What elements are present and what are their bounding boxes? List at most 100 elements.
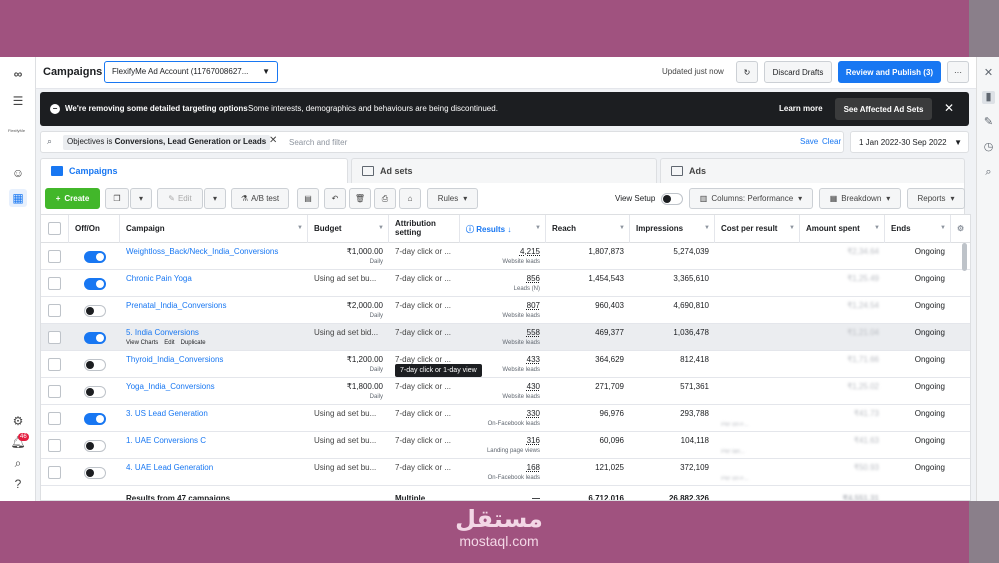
help-icon[interactable]: ? xyxy=(9,475,27,493)
table-scrollbar[interactable] xyxy=(962,243,967,271)
column-settings[interactable]: ⚙ xyxy=(951,215,970,243)
column-attribution[interactable]: Attribution setting xyxy=(389,215,460,243)
table-row[interactable]: Yoga_India_Conversions ₹1,800.00 Daily 7-da… xyxy=(41,378,970,405)
history-icon[interactable]: ◷ xyxy=(982,141,995,154)
campaign-name-link[interactable]: Prenatal_India_Conversions xyxy=(126,301,302,310)
campaigns-grid-icon[interactable]: ▦ xyxy=(9,189,27,207)
campaign-name-link[interactable]: Yoga_India_Conversions xyxy=(126,382,302,391)
more-options-button[interactable]: ··· xyxy=(947,61,969,83)
settings-icon[interactable]: ⚙ xyxy=(9,412,27,430)
campaign-toggle[interactable] xyxy=(84,278,106,290)
campaign-name-link[interactable]: Chronic Pain Yoga xyxy=(126,274,302,283)
column-impressions[interactable]: Impressions ▼ xyxy=(630,215,715,243)
campaign-toggle[interactable] xyxy=(84,359,106,371)
remove-filter-icon[interactable]: ✕ xyxy=(269,135,277,146)
row-checkbox[interactable] xyxy=(48,304,61,317)
reports-button[interactable]: Reports ▾ xyxy=(907,188,965,209)
account-overview-icon[interactable]: ☺ xyxy=(9,164,27,182)
result-value[interactable]: 4,215 xyxy=(466,247,540,256)
campaign-toggle[interactable] xyxy=(84,386,106,398)
tab-ad-sets[interactable]: Ad sets xyxy=(351,158,657,183)
column-cost-per-result[interactable]: Cost per result ▼ xyxy=(715,215,800,243)
bar-chart-icon[interactable]: ▮ xyxy=(982,91,995,104)
ad-account-selector[interactable]: FlexifyMe Ad Account (11767008627... ▼ xyxy=(104,61,278,83)
column-ends[interactable]: Ends ▼ xyxy=(885,215,951,243)
result-value[interactable]: 856 xyxy=(466,274,540,283)
campaign-toggle[interactable] xyxy=(84,305,106,317)
column-reach[interactable]: Reach ▼ xyxy=(546,215,630,243)
edit-button[interactable]: ✎ Edit xyxy=(157,188,203,209)
learn-more-link[interactable]: Learn more xyxy=(779,104,823,113)
campaign-name-link[interactable]: 1. UAE Conversions C xyxy=(126,436,302,445)
ab-test-button[interactable]: ⚗ A/B test xyxy=(231,188,289,209)
result-value[interactable]: 168 xyxy=(466,463,540,472)
row-checkbox[interactable] xyxy=(48,331,61,344)
row-checkbox[interactable] xyxy=(48,439,61,452)
result-value[interactable]: 807 xyxy=(466,301,540,310)
search-input[interactable] xyxy=(289,135,619,150)
campaign-toggle[interactable] xyxy=(84,440,106,452)
column-onoff[interactable]: Off/On xyxy=(69,215,120,243)
campaign-toggle[interactable] xyxy=(84,332,106,344)
meta-logo-icon[interactable]: ∞ xyxy=(9,65,27,83)
table-row[interactable]: 1. UAE Conversions C Using ad set bu... 7-… xyxy=(41,432,970,459)
campaign-name-link[interactable]: Weightloss_Back/Neck_India_Conversions xyxy=(126,247,302,256)
close-panel-icon[interactable]: ✕ xyxy=(982,67,995,80)
save-filter-link[interactable]: Save xyxy=(800,137,818,146)
duplicate-link[interactable]: Duplicate xyxy=(181,340,206,346)
tag-button[interactable]: ⌂ xyxy=(399,188,421,209)
result-value[interactable]: 330 xyxy=(466,409,540,418)
review-publish-button[interactable]: Review and Publish (3) xyxy=(838,61,941,83)
breakdown-button[interactable]: ▦ Breakdown ▾ xyxy=(819,188,901,209)
campaign-name-link[interactable]: Thyroid_India_Conversions xyxy=(126,355,302,364)
search-filter-bar[interactable]: ⌕ Objectives is Conversions, Lead Genera… xyxy=(40,131,844,153)
campaign-toggle[interactable] xyxy=(84,413,106,425)
column-campaign[interactable]: Campaign ▼ xyxy=(120,215,308,243)
tab-ads[interactable]: Ads xyxy=(660,158,965,183)
row-checkbox[interactable] xyxy=(48,466,61,479)
table-row[interactable]: 4. UAE Lead Generation Using ad set bu...… xyxy=(41,459,970,486)
table-row[interactable]: Chronic Pain Yoga Using ad set bu... 7-day… xyxy=(41,270,970,297)
row-checkbox[interactable] xyxy=(48,385,61,398)
edit-link[interactable]: Edit xyxy=(164,340,174,346)
campaign-toggle[interactable] xyxy=(84,251,106,263)
table-row[interactable]: Weightloss_Back/Neck_India_Conversions ₹1… xyxy=(41,243,970,270)
discard-drafts-button[interactable]: Discard Drafts xyxy=(764,61,832,83)
close-icon[interactable]: ✕ xyxy=(944,101,954,115)
create-button[interactable]: + Create xyxy=(45,188,100,209)
table-row[interactable]: Prenatal_India_Conversions ₹2,000.00 Daily… xyxy=(41,297,970,324)
clear-filter-link[interactable]: Clear xyxy=(822,137,841,146)
campaign-name-link[interactable]: 4. UAE Lead Generation xyxy=(126,463,302,472)
column-results[interactable]: ⓘ Results ↓ ▼ xyxy=(460,215,546,243)
menu-icon[interactable]: ☰ xyxy=(9,92,27,110)
campaign-toggle[interactable] xyxy=(84,467,106,479)
tab-campaigns[interactable]: Campaigns xyxy=(40,158,348,183)
preview-button[interactable]: ⎙ xyxy=(374,188,396,209)
duplicate-menu-button[interactable]: ▾ xyxy=(130,188,152,209)
search-icon[interactable]: ⌕ xyxy=(9,454,27,472)
pencil-icon[interactable]: ✎ xyxy=(982,116,995,129)
objective-filter-chip[interactable]: Objectives is Conversions, Lead Generati… xyxy=(63,135,271,150)
columns-button[interactable]: ▥ Columns: Performance ▾ xyxy=(689,188,813,209)
edit-menu-button[interactable]: ▾ xyxy=(204,188,226,209)
table-row[interactable]: 3. US Lead Generation Using ad set bu... 7… xyxy=(41,405,970,432)
row-checkbox[interactable] xyxy=(48,412,61,425)
result-value[interactable]: 430 xyxy=(466,382,540,391)
result-value[interactable]: 558 xyxy=(466,328,540,337)
row-checkbox[interactable] xyxy=(48,277,61,290)
zoom-icon[interactable]: ⌕ xyxy=(982,166,995,179)
row-checkbox[interactable] xyxy=(48,358,61,371)
view-setup-toggle[interactable] xyxy=(661,193,683,205)
result-value[interactable]: 433 xyxy=(466,355,540,364)
delete-button[interactable]: 🗑︎ xyxy=(349,188,371,209)
column-amount-spent[interactable]: Amount spent ▼ xyxy=(800,215,885,243)
campaign-name-link[interactable]: 5. India Conversions xyxy=(126,328,302,337)
result-value[interactable]: 316 xyxy=(466,436,540,445)
column-budget[interactable]: Budget ▼ xyxy=(308,215,389,243)
table-row[interactable]: Thyroid_India_Conversions ₹1,200.00 Daily 7… xyxy=(41,351,970,378)
report-button[interactable]: ▤ xyxy=(297,188,319,209)
duplicate-button[interactable]: ❐ xyxy=(105,188,129,209)
row-checkbox[interactable] xyxy=(48,250,61,263)
select-all-checkbox[interactable] xyxy=(48,222,61,235)
table-row[interactable]: 5. India Conversions View Charts Edit Dupli… xyxy=(41,324,970,351)
